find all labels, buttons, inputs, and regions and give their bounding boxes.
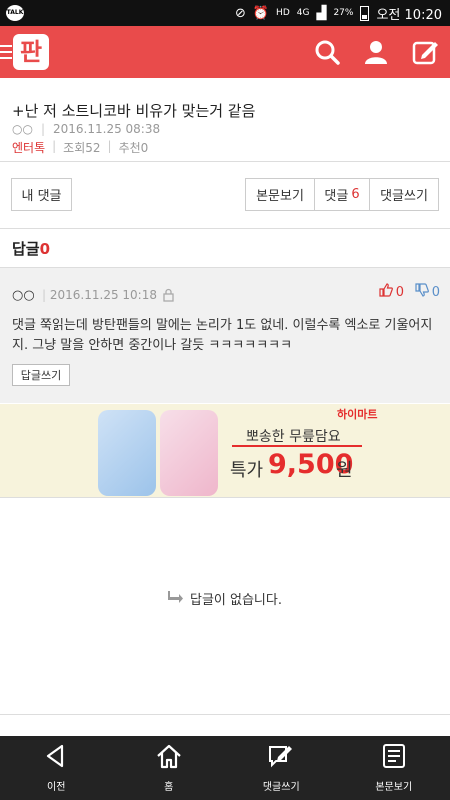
document-icon (381, 743, 407, 772)
comment-text: 댓글 쭉읽는데 방탄팬들의 말에는 논리가 1도 없네. 이럴수록 엑소로 기울… (12, 318, 433, 353)
my-comments-button[interactable]: 내 댓글 (11, 178, 72, 211)
alarm-icon: ⏰ (252, 5, 270, 21)
write-comment-icon (268, 743, 294, 772)
like-button[interactable]: 0 (379, 283, 404, 301)
status-bar: TALK ⊘ ⏰ HD 4G ▟ 27% 오전 10:20 (0, 0, 450, 26)
write-comment-button[interactable]: 댓글쓰기 (369, 178, 439, 211)
divider (0, 714, 450, 715)
battery-icon (360, 5, 370, 21)
comments-count: 6 (351, 187, 360, 202)
app-header: 판 (0, 26, 450, 78)
reply-button[interactable]: 답글쓰기 (12, 364, 70, 386)
empty-replies: 답글이 없습니다. (0, 589, 450, 608)
nav-view-post-label: 본문보기 (375, 782, 413, 793)
kakaotalk-notification-icon: TALK (6, 5, 24, 21)
replies-count: 0 (39, 240, 51, 258)
pink-blanket-image (160, 410, 218, 496)
nav-write-comment-label: 댓글쓰기 (262, 782, 300, 793)
home-icon (156, 743, 182, 772)
nav-back[interactable]: 이전 (0, 736, 113, 800)
hd-indicator: HD (276, 8, 290, 18)
signal-bars-icon: ▟ (316, 5, 327, 21)
nav-home-label: 홈 (164, 782, 174, 793)
app-logo[interactable]: 판 (13, 34, 49, 70)
reply-arrow-icon (168, 590, 184, 608)
replies-label: 답글 (12, 240, 40, 258)
status-icons: ⊘ ⏰ HD 4G ▟ 27% 오전 10:20 (235, 0, 442, 26)
replies-header: 답글0 (12, 238, 50, 259)
comments-button[interactable]: 댓글 6 (314, 178, 370, 211)
post-recommends: 추천0 (118, 141, 149, 155)
ad-price-label: 특가 (230, 460, 264, 481)
post-views: 조회52 (63, 141, 101, 155)
ad-currency: 원 (336, 460, 353, 481)
post-author: ○○ (12, 122, 33, 136)
comment-author: ○○ (12, 288, 35, 303)
blue-blanket-image (98, 410, 156, 496)
post-date: 2016.11.25 08:38 (53, 122, 161, 136)
user-icon[interactable] (362, 38, 390, 66)
write-icon[interactable] (411, 38, 439, 66)
ad-swoosh (232, 445, 362, 447)
divider (0, 228, 450, 229)
separator: | (107, 139, 112, 153)
menu-icon[interactable] (0, 45, 12, 59)
nav-back-label: 이전 (47, 782, 66, 793)
separator: | (40, 122, 45, 136)
lock-icon (163, 287, 174, 302)
nav-write-comment[interactable]: 댓글쓰기 (225, 736, 338, 800)
divider (0, 161, 450, 162)
thumbs-down-icon (415, 283, 429, 301)
comment-date: | 2016.11.25 10:18 (42, 288, 157, 302)
dislike-button[interactable]: 0 (415, 283, 440, 301)
view-post-button[interactable]: 본문보기 (245, 178, 315, 211)
separator: | (52, 139, 57, 153)
bottom-nav: 이전 홈 댓글쓰기 본문보기 (0, 736, 450, 800)
search-icon[interactable] (313, 38, 341, 66)
back-icon (43, 743, 69, 772)
ad-banner[interactable]: 하이마트 뽀송한 무릎담요 특가 9,500 원 (0, 404, 450, 498)
post-stats: 엔터톡 | 조회52 | 추천0 (12, 139, 148, 156)
post-title: +난 저 소트니코바 비유가 맞는거 같음 (12, 102, 256, 120)
thumbs-up-icon (379, 283, 393, 301)
nav-home[interactable]: 홈 (113, 736, 226, 800)
like-count: 0 (395, 284, 404, 300)
comment-item: ○○ | 2016.11.25 10:18 0 0 댓글 쭉읽는데 방탄팬들의 … (0, 267, 450, 403)
post-category[interactable]: 엔터톡 (12, 139, 45, 156)
mute-icon: ⊘ (234, 5, 246, 21)
empty-message: 답글이 없습니다. (190, 593, 282, 608)
ad-slogan: 뽀송한 무릎담요 (246, 429, 341, 445)
nav-view-post[interactable]: 본문보기 (338, 736, 450, 800)
clock: 오전 10:20 (376, 7, 442, 23)
signal-indicator: 4G (296, 8, 310, 18)
ad-brand: 하이마트 (337, 408, 378, 421)
post-meta: ○○ | 2016.11.25 08:38 (12, 122, 160, 136)
dislike-count: 0 (431, 284, 440, 300)
battery-percent: 27% (333, 8, 354, 18)
comments-label: 댓글 (324, 189, 349, 204)
